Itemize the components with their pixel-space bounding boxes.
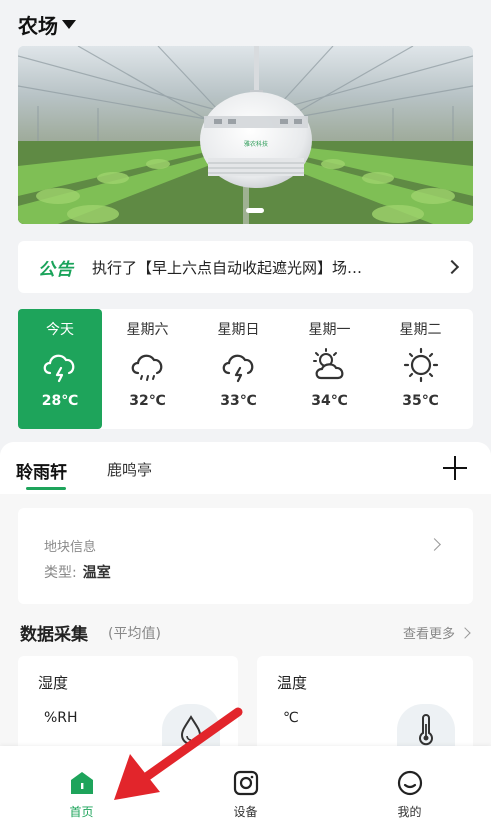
humidity-card[interactable]: 湿度 %RH	[18, 656, 238, 756]
weather-day-today[interactable]: 今天 28℃	[18, 309, 102, 429]
plot-tabs: 聆雨轩 鹿鸣亭	[0, 442, 491, 494]
thunder-rain-icon	[222, 354, 253, 383]
weather-day-label: 今天	[46, 322, 74, 338]
nav-label: 设备	[233, 805, 258, 819]
weather-day-sat[interactable]: 星期六 32℃	[102, 309, 193, 429]
sunny-icon	[403, 347, 438, 383]
weather-forecast: 今天 28℃ 星期六 32℃ 星期日 33℃ 星期一 34℃ 星期二 35℃	[18, 309, 473, 429]
tab-lingyuxuan[interactable]: 聆雨轩	[16, 458, 67, 483]
weather-temp: 28℃	[41, 393, 79, 409]
nav-label: 我的	[397, 805, 422, 819]
plot-type-label: 类型:	[44, 565, 77, 581]
weather-day-label: 星期一	[308, 322, 351, 338]
view-more-link[interactable]: 查看更多	[402, 623, 471, 642]
banner-carousel[interactable]: 雅农科技	[18, 46, 473, 224]
weather-day-tue[interactable]: 星期二 35℃	[375, 309, 466, 429]
plot-info-title: 地块信息	[44, 540, 97, 555]
weather-day-label: 星期二	[399, 322, 442, 338]
plot-info-card[interactable]: 地块信息 类型: 温室	[18, 508, 473, 604]
plot-type-value: 温室	[82, 565, 111, 581]
weather-day-sun[interactable]: 星期日 33℃	[193, 309, 284, 429]
weather-day-label: 星期六	[126, 322, 169, 338]
carousel-indicator[interactable]	[246, 208, 264, 213]
announcement-bar[interactable]: 公告 执行了【早上六点自动收起遮光网】场…	[18, 241, 473, 293]
weather-temp: 32℃	[129, 393, 166, 409]
view-more-label: 查看更多	[402, 627, 455, 642]
weather-temp: 33℃	[220, 393, 257, 409]
partly-cloudy-icon	[312, 348, 343, 380]
caret-down-icon	[62, 19, 76, 29]
greenhouse-image: 雅农科技	[18, 46, 473, 224]
chevron-right-icon	[428, 538, 441, 551]
announcement-text: 执行了【早上六点自动收起遮光网】场…	[92, 258, 363, 277]
weather-day-label: 星期日	[217, 322, 260, 338]
metric-unit: %RH	[44, 710, 78, 726]
nav-home[interactable]: 首页	[0, 746, 163, 829]
weather-day-mon[interactable]: 星期一 34℃	[284, 309, 375, 429]
chevron-right-icon	[444, 259, 460, 275]
tab-lumingting[interactable]: 鹿鸣亭	[107, 459, 152, 480]
announcement-tag: 公告	[38, 259, 74, 280]
add-icon[interactable]	[443, 456, 467, 480]
device-brand-label: 雅农科技	[244, 140, 268, 148]
rain-cloud-icon	[131, 354, 162, 381]
weather-temp: 35℃	[402, 393, 439, 409]
temperature-card[interactable]: 温度 ℃	[257, 656, 473, 756]
nav-profile[interactable]: 我的	[328, 746, 491, 829]
page-title: 农场	[18, 13, 58, 38]
device-icon	[233, 770, 258, 796]
weather-temp: 34℃	[311, 393, 348, 409]
chevron-right-icon	[459, 626, 471, 639]
thunder-rain-icon	[43, 354, 75, 383]
plot-type-row: 类型: 温室	[44, 562, 111, 582]
metric-name: 温度	[277, 674, 308, 692]
metric-unit: ℃	[283, 710, 299, 726]
data-section-title: 数据采集	[20, 625, 88, 645]
bottom-nav: 首页 设备 我的	[0, 746, 491, 829]
metric-name: 湿度	[38, 674, 69, 692]
nav-device[interactable]: 设备	[164, 746, 327, 829]
data-section-subtitle: (平均值)	[108, 626, 161, 642]
farm-selector[interactable]: 农场	[18, 10, 76, 38]
home-icon	[70, 772, 93, 794]
nav-label: 首页	[69, 805, 94, 819]
profile-icon	[397, 770, 422, 796]
tab-indicator	[26, 487, 66, 490]
